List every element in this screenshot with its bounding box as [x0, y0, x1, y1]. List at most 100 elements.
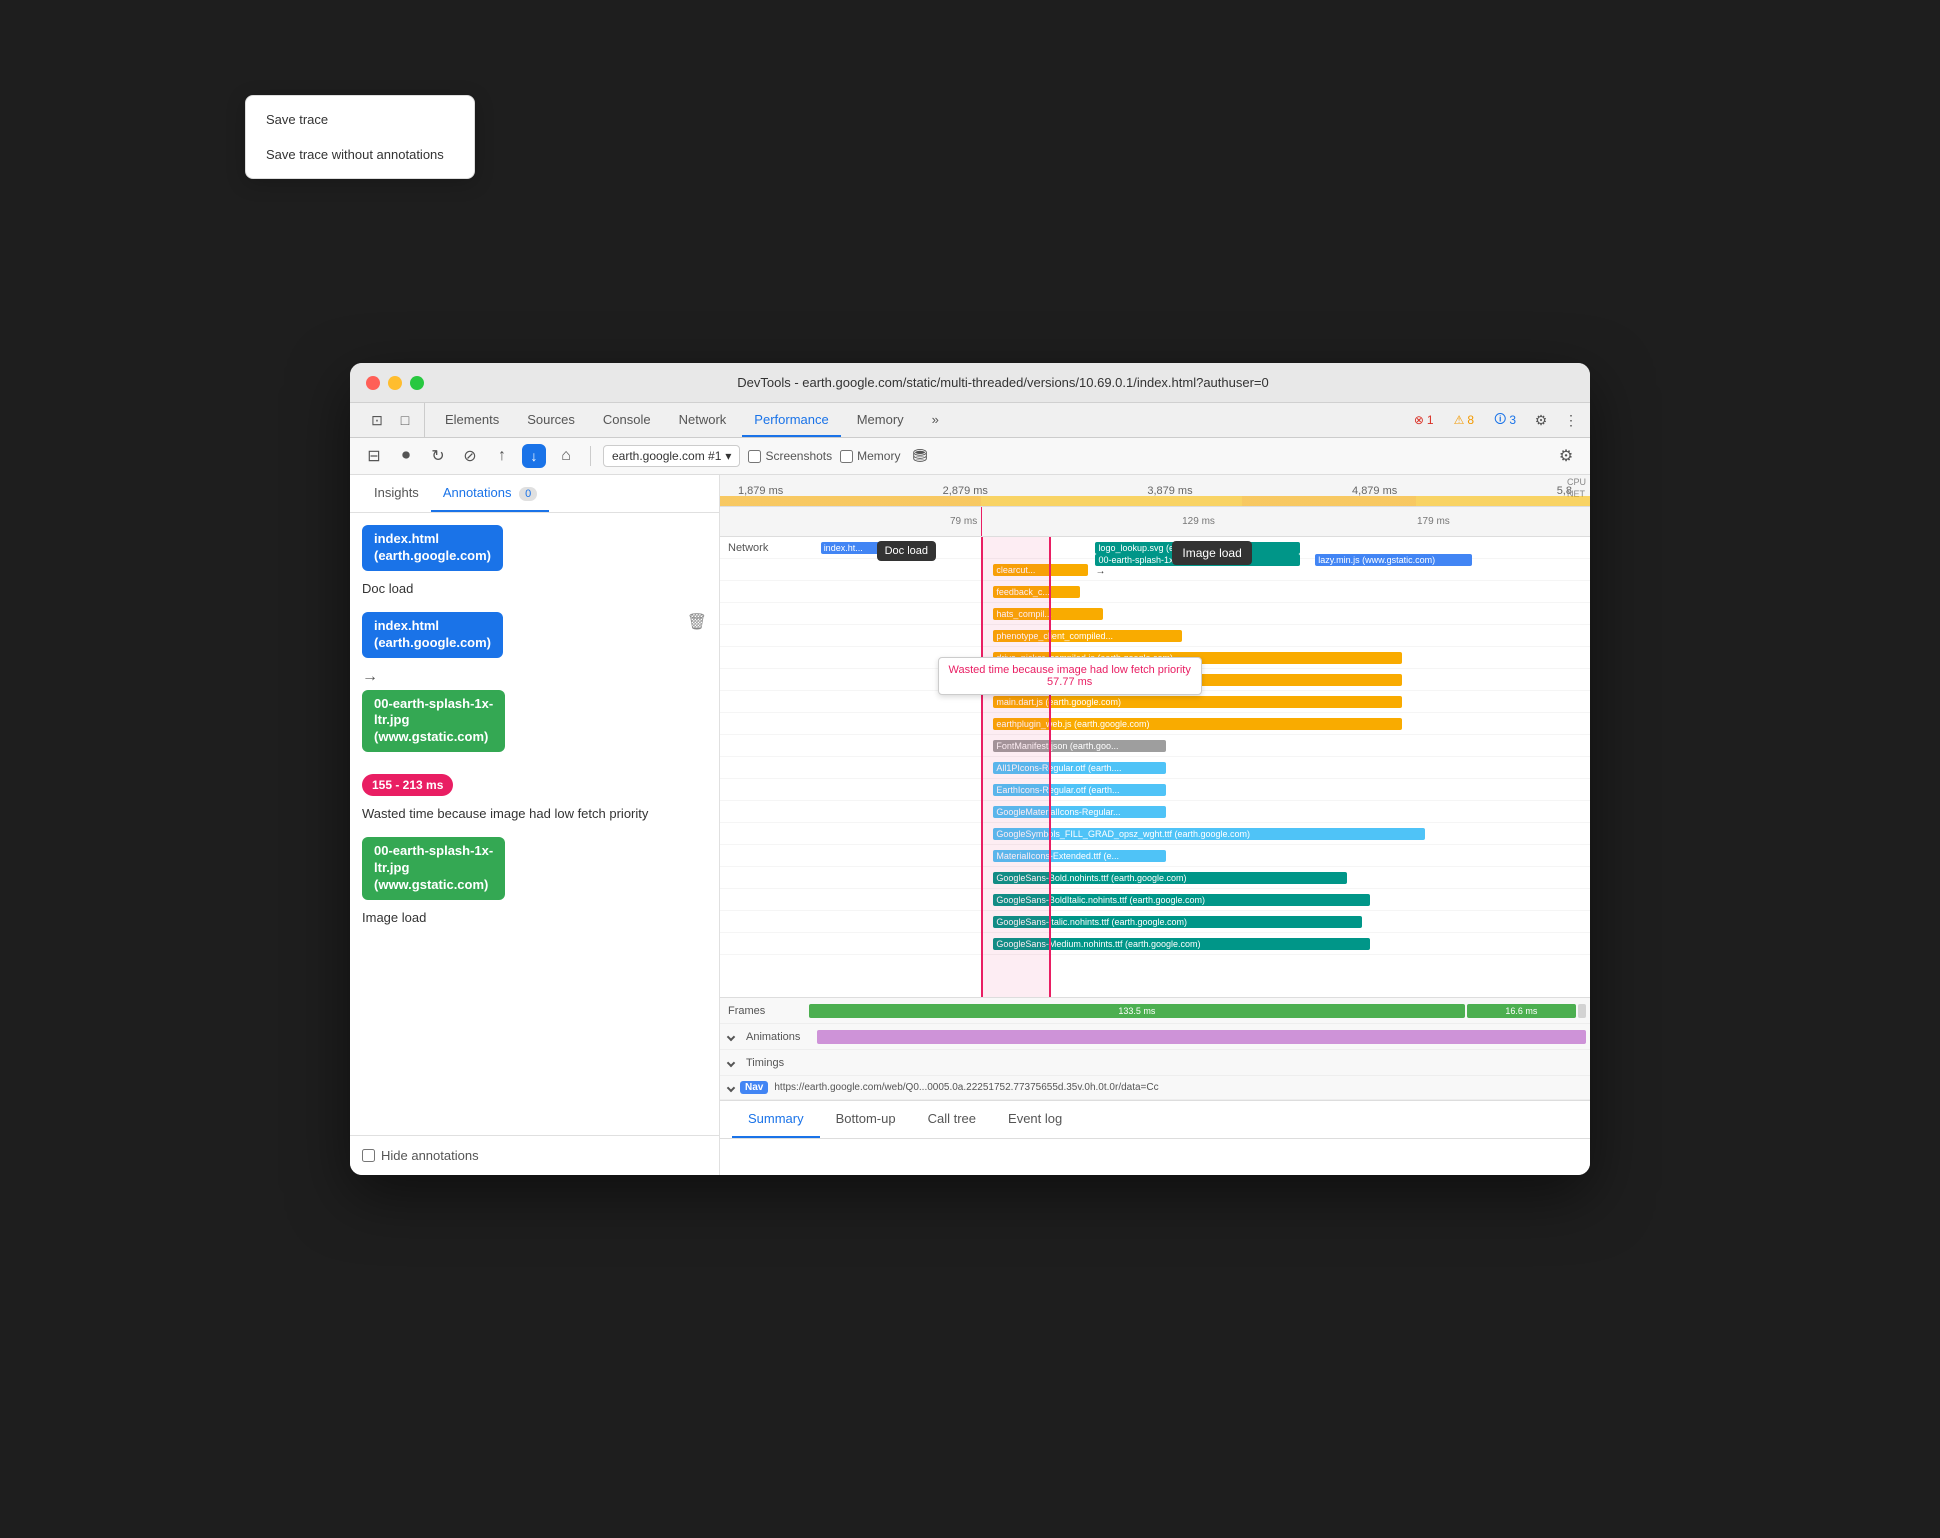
error-badge-red: ⊗ 1 [1408, 411, 1440, 429]
time-1879: 1,879 ms [738, 485, 783, 497]
ms-79: 79 ms [950, 516, 977, 527]
more-options-icon[interactable]: ⋮ [1560, 409, 1582, 431]
time-2879: 2,879 ms [943, 485, 988, 497]
timings-row: Timings [720, 1050, 1590, 1076]
ms-129: 129 ms [1182, 516, 1215, 527]
tab-sources[interactable]: Sources [515, 404, 587, 437]
sidebar-tab-insights[interactable]: Insights [362, 475, 431, 512]
nav-icons: ⊡ □ [358, 403, 425, 437]
row-googlesans-italic: GoogleSans-Italic.nohints.ttf (earth.goo… [720, 911, 1590, 933]
nav-tag: Nav [740, 1081, 768, 1094]
tab-network[interactable]: Network [667, 404, 739, 437]
traffic-lights [366, 376, 424, 390]
doc-load-label-1: Doc load [362, 581, 707, 596]
bar-materialicons-ext: MaterialIcons-Extended.ttf (e... [993, 850, 1166, 862]
row-googlesans-bold: GoogleSans-Bold.nohints.ttf (earth.googl… [720, 867, 1590, 889]
frames-row: Frames 133.5 ms 16.6 ms [720, 998, 1590, 1024]
sidebar-tab-annotations[interactable]: Annotations 0 [431, 475, 549, 512]
close-button[interactable] [366, 376, 380, 390]
resource-rows: clearcut... → feedback_c... [720, 559, 1590, 955]
memory-checkbox-input[interactable] [840, 450, 853, 463]
annotation-block-1: index.html(earth.google.com) Doc load [362, 525, 707, 596]
wasted-time-value: 57.77 ms [1047, 676, 1092, 688]
separator [590, 446, 591, 466]
timings-label: Timings [738, 1057, 813, 1069]
nav-chevron-icon[interactable] [727, 1083, 735, 1091]
device-icon[interactable]: □ [394, 409, 416, 431]
wasted-time-label-box: Wasted time because image had low fetch … [938, 657, 1202, 695]
record-icon[interactable]: ⏺ [394, 444, 418, 468]
url-selector[interactable]: earth.google.com #1 ▾ [603, 445, 740, 467]
devtools-window: DevTools - earth.google.com/static/multi… [350, 363, 1590, 1175]
bar-main-dart: main.dart.js (earth.google.com) [993, 696, 1401, 708]
settings-gear-icon[interactable]: ⚙ [1554, 444, 1578, 468]
home-icon[interactable]: ⌂ [554, 444, 578, 468]
wasted-text: Wasted time because image had low fetch … [362, 806, 707, 821]
screenshots-checkbox-input[interactable] [748, 450, 761, 463]
timeline-cursor [981, 507, 982, 536]
bar-googlesymbols: GoogleSymbols_FILL_GRAD_opsz_wght.ttf (e… [993, 828, 1425, 840]
top-ruler: 1,879 ms 2,879 ms 3,879 ms 4,879 ms 5,8 … [720, 475, 1590, 507]
warning-icon: ⚠ [1454, 413, 1465, 427]
download-icon[interactable]: ↓ [522, 444, 546, 468]
tab-performance[interactable]: Performance [742, 404, 840, 437]
bottom-tab-bottomup[interactable]: Bottom-up [820, 1101, 912, 1138]
animations-label: Animations [738, 1031, 813, 1043]
error-icon-red: ⊗ [1414, 413, 1424, 427]
settings-icon[interactable]: ⚙ [1530, 409, 1552, 431]
memory-icon: ⛃ [912, 446, 927, 467]
bar-googlematerial: GoogleMaterialIcons-Regular... [993, 806, 1166, 818]
hide-annotations-row[interactable]: Hide annotations [350, 1135, 719, 1175]
row-googlesymbols: GoogleSymbols_FILL_GRAD_opsz_wght.ttf (e… [720, 823, 1590, 845]
bar-clearcut: clearcut... [993, 564, 1087, 576]
bar-googlesans-medium: GoogleSans-Medium.nohints.ttf (earth.goo… [993, 938, 1370, 950]
arrow-clearcut: → [1095, 566, 1105, 577]
timings-chevron-icon[interactable] [727, 1058, 735, 1066]
cursor-line [981, 537, 982, 997]
tab-memory[interactable]: Memory [845, 404, 916, 437]
chevron-down-icon: ▾ [725, 449, 731, 463]
row-hats: hats_compil... [720, 603, 1590, 625]
tab-console[interactable]: Console [591, 404, 663, 437]
bar-feedback: feedback_c... [993, 586, 1079, 598]
upload-icon[interactable]: ↑ [490, 444, 514, 468]
delete-annotation-icon[interactable]: 🗑 [687, 612, 707, 632]
bar-earthplugin: earthplugin_web.js (earth.google.com) [993, 718, 1401, 730]
sidebar-toggle-icon[interactable]: ⊟ [362, 444, 386, 468]
animations-chevron-icon[interactable] [727, 1032, 735, 1040]
minimize-button[interactable] [388, 376, 402, 390]
screenshots-checkbox[interactable]: Screenshots [748, 449, 832, 463]
annotations-count: 0 [519, 487, 537, 501]
clear-icon[interactable]: ⊘ [458, 444, 482, 468]
bottom-tab-summary[interactable]: Summary [732, 1101, 820, 1138]
refresh-icon[interactable]: ↻ [426, 444, 450, 468]
row-phenotype: phenotype_client_compiled... [720, 625, 1590, 647]
error-badge-blue: 🛈 3 [1488, 408, 1522, 433]
maximize-button[interactable] [410, 376, 424, 390]
row-earthicons: EarthIcons-Regular.otf (earth... [720, 779, 1590, 801]
info-icon: 🛈 [1494, 410, 1506, 431]
ms-179: 179 ms [1417, 516, 1450, 527]
bottom-tab-eventlog[interactable]: Event log [992, 1101, 1078, 1138]
tab-more[interactable]: » [920, 404, 951, 437]
row-googlesans-bolditalic: GoogleSans-BoldItalic.nohints.ttf (earth… [720, 889, 1590, 911]
hide-annotations-checkbox[interactable] [362, 1149, 375, 1162]
time-3879: 3,879 ms [1147, 485, 1192, 497]
image-load-tooltip: Image load [1172, 541, 1251, 565]
config-icon[interactable]: ⚙ [1554, 444, 1578, 468]
network-section[interactable]: Doc load Image load Network index.ht... … [720, 537, 1590, 997]
secondary-ruler: 79 ms 129 ms 179 ms [720, 507, 1590, 537]
bar-googlesans-bolditalic: GoogleSans-BoldItalic.nohints.ttf (earth… [993, 894, 1370, 906]
chip-splash-image-2: 00-earth-splash-1x-ltr.jpg(www.gstatic.c… [362, 837, 505, 900]
bar-all1picons: All1PIcons-Regular.otf (earth.... [993, 762, 1166, 774]
network-row-main: Network index.ht... logo_lookup.svg (ear… [720, 537, 1590, 559]
memory-checkbox[interactable]: Memory [840, 449, 900, 463]
chip-splash-image: 00-earth-splash-1x-ltr.jpg(www.gstatic.c… [362, 690, 505, 753]
row-materialicons-ext: MaterialIcons-Extended.ttf (e... [720, 845, 1590, 867]
content-area: Insights Annotations 0 index.html(earth.… [350, 475, 1590, 1175]
tab-elements[interactable]: Elements [433, 404, 511, 437]
bottom-tab-calltree[interactable]: Call tree [912, 1101, 992, 1138]
inspect-icon[interactable]: ⊡ [366, 409, 388, 431]
frames-bar-1: 133.5 ms [809, 1004, 1465, 1018]
bar-earthicons: EarthIcons-Regular.otf (earth... [993, 784, 1166, 796]
